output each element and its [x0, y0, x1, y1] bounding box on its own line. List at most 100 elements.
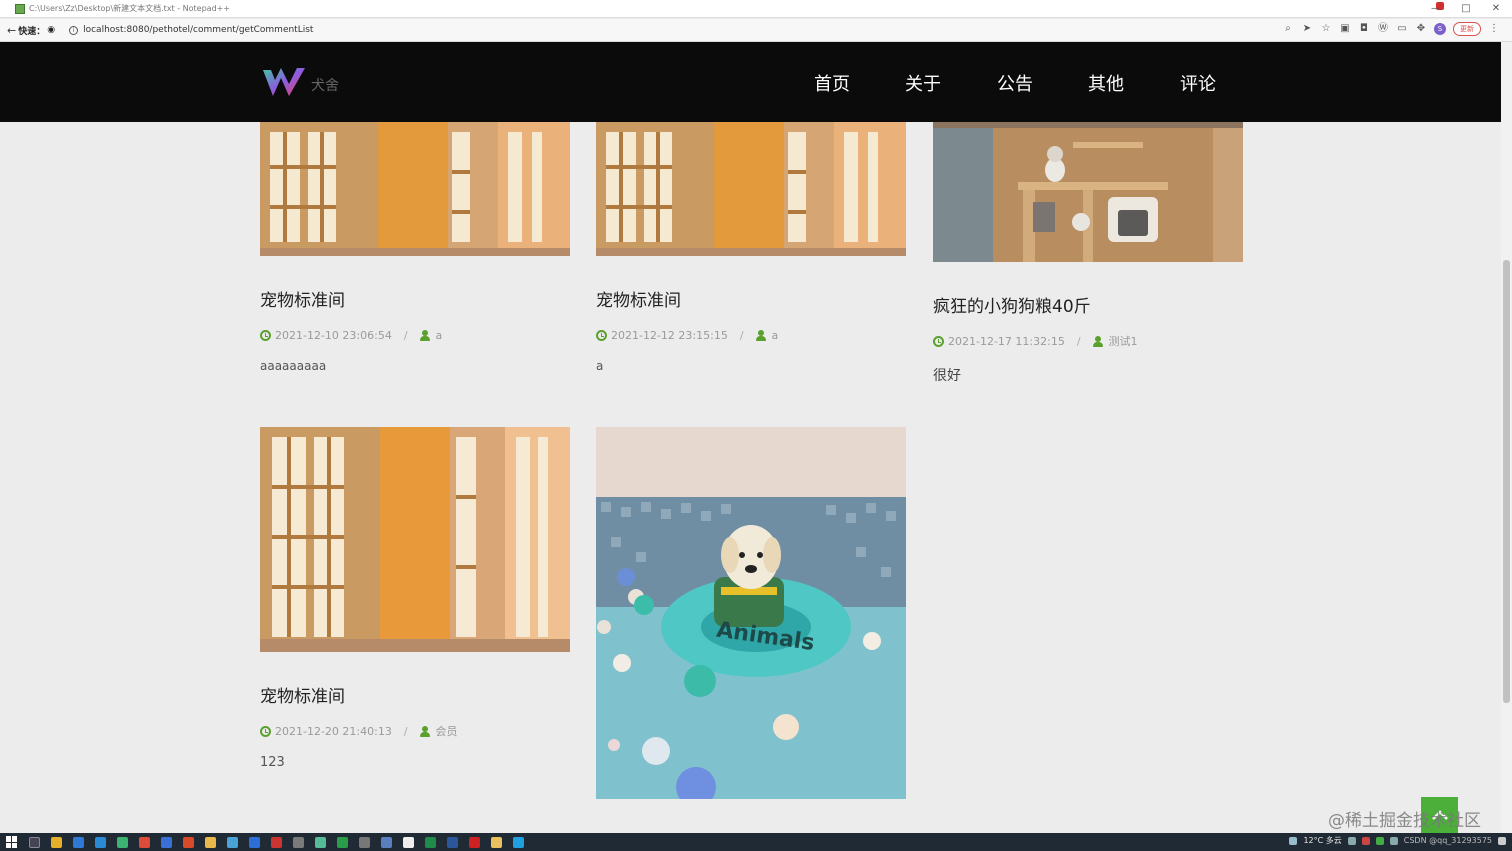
window-titlebar: C:\Users\Zz\Desktop\新建文本文档.txt - Notepad…	[0, 0, 1512, 18]
card-image[interactable]: Animals	[596, 427, 906, 799]
card-body: a	[596, 359, 604, 373]
scrollbar-thumb[interactable]	[1503, 260, 1510, 703]
send-icon[interactable]: ➤	[1301, 23, 1313, 35]
nav-notice[interactable]: 公告	[997, 70, 1033, 96]
tray-icon[interactable]	[1375, 836, 1384, 845]
card-user: 会员	[435, 725, 458, 738]
card-image[interactable]	[260, 427, 570, 652]
comment-card: 宠物标准间 2021-12-10 23:06:54 / a aaaaaaaaa	[260, 122, 570, 373]
tray-icon[interactable]	[1347, 836, 1356, 845]
card-title[interactable]: 疯狂的小狗狗粮40斤	[933, 292, 1243, 317]
card-image[interactable]	[596, 122, 906, 256]
maximize-button[interactable]: □	[1460, 2, 1472, 16]
app-icon[interactable]	[381, 836, 392, 848]
nav-home[interactable]: 首页	[814, 70, 850, 96]
url-field[interactable]: localhost:8080/pethotel/comment/getComme…	[83, 25, 313, 35]
tray-icon[interactable]	[1389, 836, 1398, 845]
app-icon[interactable]	[491, 836, 502, 848]
card-meta: 2021-12-10 23:06:54 / a	[260, 328, 570, 342]
app-icon[interactable]	[227, 836, 238, 848]
folder-icon[interactable]	[205, 836, 216, 848]
card-image[interactable]	[933, 122, 1243, 262]
card-body: 123	[260, 755, 285, 770]
edge-icon[interactable]	[513, 836, 524, 848]
app-icon[interactable]	[183, 836, 194, 848]
card-user: 测试1	[1108, 335, 1138, 348]
card-user: a	[771, 328, 779, 342]
window-controls: — □ ✕	[1430, 2, 1502, 16]
w-extension-icon[interactable]: Ⓦ	[1377, 23, 1389, 35]
app-icon[interactable]	[403, 836, 414, 848]
os-taskbar: 12°C 多云 CSDN @qq_31293575	[0, 833, 1512, 851]
clock-icon	[596, 329, 607, 341]
comment-list: 宠物标准间 2021-12-10 23:06:54 / a aaaaaaaaa …	[0, 122, 1501, 833]
card-date: 2021-12-12 23:15:15	[611, 328, 728, 342]
main-nav: 首页 关于 公告 其他 评论	[0, 42, 1501, 122]
extension-icon[interactable]: ▣	[1339, 23, 1351, 35]
star-icon[interactable]: ☆	[1320, 23, 1332, 35]
screen-icon[interactable]: ▭	[1396, 23, 1408, 35]
tray-text: CSDN @qq_31293575	[1403, 836, 1492, 845]
back-button[interactable]: ←	[7, 24, 16, 37]
tray-icon[interactable]	[1361, 836, 1370, 845]
app-icon[interactable]	[271, 836, 282, 848]
info-icon[interactable]: i	[69, 25, 79, 35]
close-button[interactable]: ✕	[1490, 2, 1502, 16]
comment-card: 宠物标准间 2021-12-20 21:40:13 / 会员 123	[260, 427, 570, 770]
user-icon	[419, 725, 430, 737]
nav-about[interactable]: 关于	[905, 70, 941, 96]
browser-tools: ⌕ ➤ ☆ ▣ ◘ Ⓦ ▭ ✥ S 更新 ⋮	[1282, 22, 1500, 36]
search-icon[interactable]	[29, 836, 40, 848]
word-icon[interactable]	[447, 836, 458, 848]
card-title[interactable]: 宠物标准间	[596, 286, 906, 311]
profile-avatar[interactable]: S	[1434, 23, 1446, 35]
user-icon	[419, 329, 430, 341]
puzzle-icon[interactable]: ✥	[1415, 23, 1427, 35]
chrome-icon[interactable]	[139, 836, 150, 848]
eye-icon[interactable]: ◉	[47, 25, 55, 35]
app-icon[interactable]	[315, 836, 326, 848]
update-button[interactable]: 更新	[1453, 22, 1481, 36]
notification-icon[interactable]	[1498, 836, 1506, 845]
clock-icon	[933, 335, 944, 347]
app-icon[interactable]	[359, 836, 370, 848]
card-body: aaaaaaaaa	[260, 359, 327, 373]
card-user: a	[435, 328, 443, 342]
notepad-icon	[15, 3, 25, 14]
nav-comments[interactable]: 评论	[1180, 70, 1216, 96]
camera-icon[interactable]: ◘	[1358, 23, 1370, 35]
card-date: 2021-12-10 23:06:54	[275, 328, 392, 342]
meta-separator: /	[403, 328, 408, 342]
windows-start-icon[interactable]	[6, 836, 18, 848]
card-meta: 2021-12-17 11:32:15 / 测试1	[933, 334, 1243, 348]
minimize-button[interactable]: —	[1430, 2, 1442, 16]
card-date: 2021-12-20 21:40:13	[275, 724, 392, 738]
system-tray: 12°C 多云 CSDN @qq_31293575	[1289, 835, 1506, 846]
nav-other[interactable]: 其他	[1088, 70, 1124, 96]
app-icon[interactable]	[337, 836, 348, 848]
app-icon[interactable]	[249, 836, 260, 848]
user-icon	[1092, 335, 1103, 347]
app-icon[interactable]	[73, 836, 84, 848]
card-meta: 2021-12-20 21:40:13 / 会员	[260, 724, 570, 738]
weather-icon[interactable]	[1289, 836, 1298, 845]
card-image[interactable]	[260, 122, 570, 256]
app-icon[interactable]	[293, 836, 304, 848]
zoom-icon[interactable]: ⌕	[1282, 23, 1294, 35]
app-icon[interactable]	[469, 836, 480, 848]
translate-label[interactable]: 快速：	[18, 24, 45, 37]
page-scrollbar[interactable]	[1501, 42, 1512, 833]
app-icon[interactable]	[95, 836, 106, 848]
user-icon	[755, 329, 766, 341]
weather-text[interactable]: 12°C 多云	[1303, 835, 1341, 846]
card-title[interactable]: 宠物标准间	[260, 682, 570, 707]
app-icon[interactable]	[161, 836, 172, 848]
card-title[interactable]: 宠物标准间	[260, 286, 570, 311]
card-meta: 2021-12-12 23:15:15 / a	[596, 328, 906, 342]
app-icon[interactable]	[51, 836, 62, 848]
menu-icon[interactable]: ⋮	[1488, 23, 1500, 35]
comment-card: 宠物标准间 2021-12-12 23:15:15 / a a	[596, 122, 906, 373]
excel-icon[interactable]	[425, 836, 436, 848]
meta-separator: /	[403, 724, 408, 738]
wechat-icon[interactable]	[117, 836, 128, 848]
